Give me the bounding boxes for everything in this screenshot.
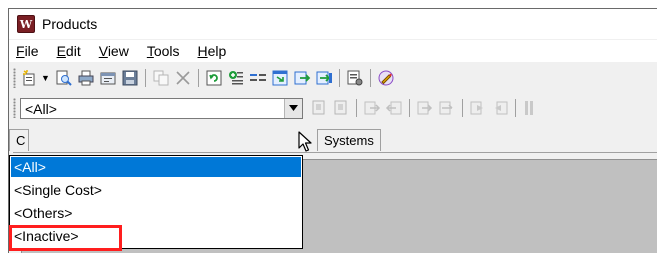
menu-edit[interactable]: Edit: [57, 43, 81, 59]
filter-combo-value: <All>: [25, 100, 57, 117]
toolbar-separator: [144, 69, 146, 87]
properties-icon[interactable]: [98, 68, 118, 88]
chevron-down-icon: [289, 105, 298, 111]
new-icon[interactable]: [20, 68, 40, 88]
toolbar-grip[interactable]: [13, 98, 16, 118]
dropdown-option-others[interactable]: <Others>: [11, 203, 301, 223]
menu-tools-label: ools: [153, 43, 180, 59]
add-field-icon[interactable]: [226, 68, 246, 88]
toolbar-separator: [197, 69, 199, 87]
prev-page-icon[interactable]: [490, 98, 510, 118]
toolbar-grip[interactable]: [13, 68, 16, 88]
filter-combo[interactable]: <All>: [20, 97, 303, 119]
menu-edit-label: dit: [65, 43, 81, 59]
tab-partial-label: C: [16, 133, 26, 148]
toolbar-separator: [409, 99, 410, 117]
menu-view-accel: V: [98, 43, 108, 59]
export-all-icon[interactable]: [314, 68, 334, 88]
menu-view[interactable]: View: [99, 43, 129, 59]
filter-toolbar: <All>: [9, 95, 657, 121]
window-title: Products: [42, 16, 98, 32]
menu-tools[interactable]: Tools: [147, 43, 180, 59]
import-icon[interactable]: [270, 68, 290, 88]
columns-icon[interactable]: [521, 98, 541, 118]
tab-systems[interactable]: Systems: [317, 129, 381, 151]
annotation-highlight-box: [9, 225, 122, 251]
menu-file-accel: F: [16, 43, 25, 59]
menu-file-label: ile: [24, 43, 39, 59]
copy-icon[interactable]: [151, 68, 171, 88]
menu-help-label: elp: [207, 43, 227, 59]
print-icon[interactable]: [76, 68, 96, 88]
toolbar-separator: [338, 69, 340, 87]
toolbar-separator: [356, 99, 357, 117]
settings-icon[interactable]: [345, 68, 365, 88]
outdent-icon[interactable]: [437, 98, 457, 118]
export-icon[interactable]: [292, 68, 312, 88]
menu-tools-accel: T: [146, 43, 154, 59]
delete-icon[interactable]: [173, 68, 193, 88]
refresh-icon[interactable]: [204, 68, 224, 88]
dropdown-option-single-cost[interactable]: <Single Cost>: [11, 180, 301, 200]
print-preview-icon[interactable]: [54, 68, 74, 88]
new-dropdown-arrow[interactable]: ▼: [41, 73, 50, 83]
tab-systems-label: Systems: [324, 133, 374, 148]
tab-partial[interactable]: C: [9, 129, 29, 151]
main-toolbar: ▼: [9, 65, 657, 91]
tab-strip: C Systems: [9, 126, 657, 152]
toolbar-separator: [369, 69, 371, 87]
menu-help-accel: H: [197, 43, 208, 59]
move-right-icon[interactable]: [362, 98, 382, 118]
indent-icon[interactable]: [415, 98, 435, 118]
menu-edit-accel: E: [56, 43, 66, 59]
move-left-icon[interactable]: [384, 98, 404, 118]
title-bar: W Products: [9, 9, 657, 39]
menu-help[interactable]: Help: [198, 43, 227, 59]
save-icon[interactable]: [120, 68, 140, 88]
next-page-icon[interactable]: [468, 98, 488, 118]
app-icon: W: [17, 15, 35, 33]
dropdown-option-all[interactable]: <All>: [11, 157, 301, 177]
filter-combo-button[interactable]: [284, 98, 302, 118]
move-last-icon[interactable]: [331, 98, 351, 118]
move-first-icon[interactable]: [309, 98, 329, 118]
toolbar-separator: [515, 99, 516, 117]
menu-file[interactable]: File: [16, 43, 39, 59]
menu-bar: File Edit View Tools Help: [9, 40, 657, 62]
mouse-pointer-icon: [298, 131, 312, 152]
filter-icon[interactable]: [248, 68, 268, 88]
menu-view-label: iew: [107, 43, 129, 59]
toolbar-separator: [462, 99, 463, 117]
edit-pencil-icon[interactable]: [376, 68, 396, 88]
